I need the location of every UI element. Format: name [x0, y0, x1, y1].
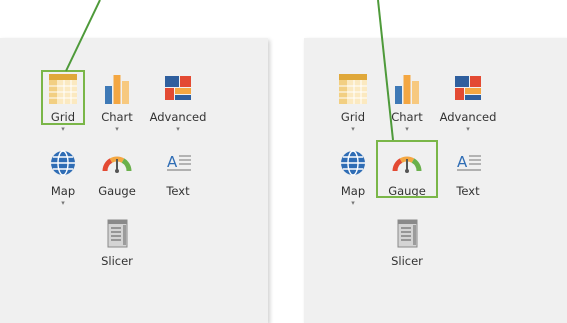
bar-chart-icon [390, 72, 424, 106]
text-button[interactable]: A Text [438, 146, 498, 198]
slicer-icon [390, 216, 424, 250]
map-label: Map [50, 184, 76, 198]
dropdown-arrow-icon[interactable]: ▾ [438, 125, 498, 133]
text-button[interactable]: A Text [148, 146, 208, 198]
chart-button[interactable]: Chart ▾ [379, 72, 435, 133]
dropdown-arrow-icon[interactable]: ▾ [325, 125, 381, 133]
chart-button[interactable]: Chart ▾ [89, 72, 145, 133]
slicer-button[interactable]: Slicer [379, 216, 435, 268]
gauge-label: Gauge [98, 184, 136, 198]
text-label: Text [456, 184, 480, 198]
grid-button[interactable]: Grid ▾ [35, 72, 91, 133]
grid-icon [336, 72, 370, 106]
map-button[interactable]: Map ▾ [35, 146, 91, 207]
gauge-button[interactable]: Gauge [89, 146, 145, 198]
advanced-icon [161, 72, 195, 106]
dropdown-arrow-icon[interactable]: ▾ [148, 125, 208, 133]
globe-icon [336, 146, 370, 180]
dropdown-arrow-icon[interactable]: ▾ [89, 125, 145, 133]
right-toolbox-panel: Grid ▾ Chart ▾ Advanced ▾ Map ▾ Gauge A … [304, 38, 567, 323]
text-icon: A [451, 146, 485, 180]
advanced-label: Advanced [439, 110, 497, 124]
bar-chart-icon [100, 72, 134, 106]
gauge-icon [100, 146, 134, 180]
map-label: Map [340, 184, 366, 198]
advanced-label: Advanced [149, 110, 207, 124]
text-icon: A [161, 146, 195, 180]
left-toolbox-panel: Grid ▾ Chart ▾ Advanced ▾ Map ▾ Gauge A … [0, 38, 268, 323]
grid-button[interactable]: Grid ▾ [325, 72, 381, 133]
grid-label: Grid [50, 110, 76, 124]
gauge-label: Gauge [388, 184, 426, 198]
dropdown-arrow-icon[interactable]: ▾ [325, 199, 381, 207]
advanced-icon [451, 72, 485, 106]
gauge-button[interactable]: Gauge [379, 146, 435, 198]
dropdown-arrow-icon[interactable]: ▾ [379, 125, 435, 133]
dropdown-arrow-icon[interactable]: ▾ [35, 125, 91, 133]
advanced-button[interactable]: Advanced ▾ [438, 72, 498, 133]
grid-label: Grid [340, 110, 366, 124]
map-button[interactable]: Map ▾ [325, 146, 381, 207]
chart-label: Chart [101, 110, 133, 124]
gauge-icon [390, 146, 424, 180]
slicer-label: Slicer [101, 254, 133, 268]
dropdown-arrow-icon[interactable]: ▾ [35, 199, 91, 207]
slicer-label: Slicer [391, 254, 423, 268]
text-label: Text [166, 184, 190, 198]
globe-icon [46, 146, 80, 180]
slicer-icon [100, 216, 134, 250]
advanced-button[interactable]: Advanced ▾ [148, 72, 208, 133]
slicer-button[interactable]: Slicer [89, 216, 145, 268]
svg-text:A: A [167, 153, 178, 171]
svg-text:A: A [457, 153, 468, 171]
chart-label: Chart [391, 110, 423, 124]
grid-icon [46, 72, 80, 106]
